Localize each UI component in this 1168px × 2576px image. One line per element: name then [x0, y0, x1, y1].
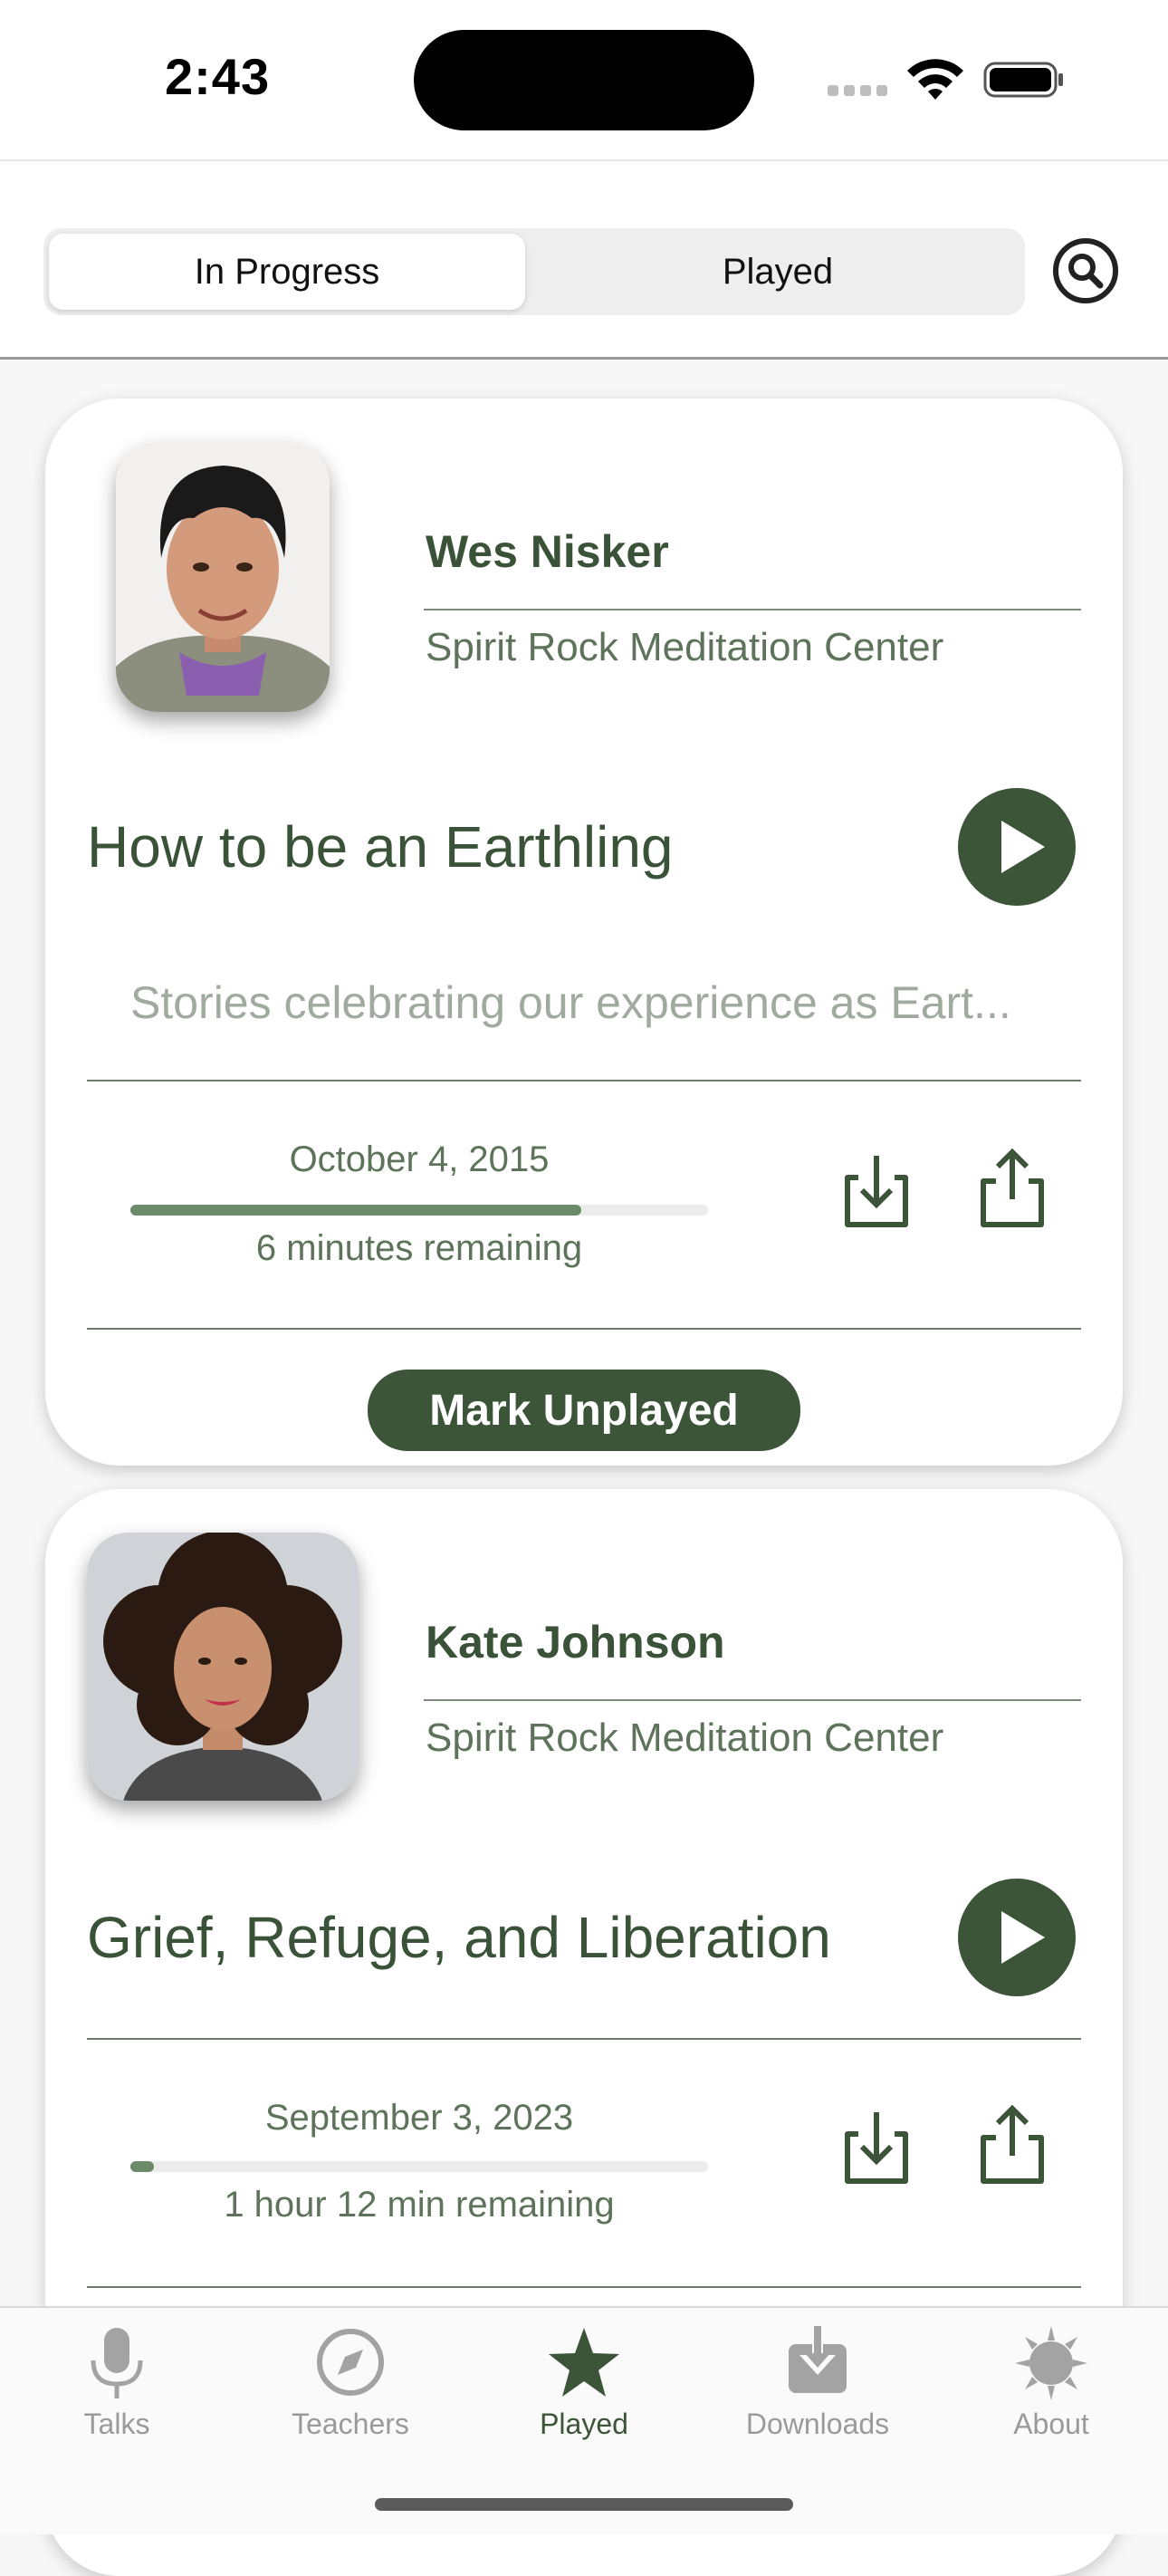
teacher-photo[interactable] [87, 1533, 359, 1801]
divider [87, 2286, 1081, 2288]
tab-label: Downloads [745, 2408, 890, 2440]
progress-fill [130, 1205, 581, 1216]
mark-unplayed-button[interactable]: Mark Unplayed [368, 1370, 800, 1451]
filter-header: In Progress Played [0, 159, 1168, 360]
teacher-divider [424, 1699, 1081, 1701]
progress-bar [130, 1205, 708, 1216]
divider [87, 1328, 1081, 1330]
time-remaining: 1 hour 12 min remaining [224, 2185, 615, 2225]
progress-fill [130, 2161, 154, 2172]
talk-title[interactable]: How to be an Earthling [87, 813, 674, 880]
wifi-icon [907, 59, 963, 100]
battery-icon [983, 62, 1063, 98]
compass-icon [317, 2329, 384, 2396]
download-icon[interactable] [840, 1150, 913, 1232]
tab-talks[interactable]: Talks [0, 2308, 234, 2453]
divider [87, 2038, 1081, 2040]
talk-date: October 4, 2015 [289, 1139, 550, 1179]
tab-played[interactable]: Played [467, 2308, 701, 2453]
download-icon[interactable] [840, 2107, 913, 2188]
talk-card[interactable]: Wes Nisker Spirit Rock Meditation Center… [45, 399, 1123, 1466]
share-icon[interactable] [976, 2103, 1048, 2185]
star-icon [549, 2328, 619, 2397]
time-remaining: 6 minutes remaining [255, 1228, 583, 1268]
tab-label: Played [540, 2408, 628, 2440]
status-time: 2:43 [165, 48, 271, 105]
teacher-name[interactable]: Kate Johnson [426, 1616, 725, 1668]
talk-description: Stories celebrating our experience as Ea… [130, 977, 1011, 1028]
tab-about[interactable]: About [934, 2308, 1168, 2453]
teacher-divider [424, 609, 1081, 610]
play-button[interactable] [958, 1879, 1076, 1996]
center-name: Spirit Rock Meditation Center [426, 1716, 944, 1760]
tab-label: About [1013, 2408, 1089, 2440]
teacher-photo[interactable] [116, 442, 330, 712]
center-name: Spirit Rock Meditation Center [426, 625, 944, 669]
divider [87, 1080, 1081, 1081]
tab-teachers[interactable]: Teachers [234, 2308, 467, 2453]
tab-downloads[interactable]: Downloads [701, 2308, 934, 2453]
progress-bar [130, 2161, 708, 2172]
segmented-control: In Progress Played [43, 228, 1025, 315]
search-icon[interactable] [1052, 237, 1119, 304]
dynamic-island [414, 30, 754, 130]
segment-in-progress[interactable]: In Progress [49, 234, 525, 310]
share-icon[interactable] [976, 1147, 1048, 1228]
microphone-icon [91, 2328, 143, 2398]
status-bar: 2:43 [0, 0, 1168, 159]
talk-date: September 3, 2023 [264, 2098, 574, 2138]
cellular-signal-icon [828, 82, 891, 96]
download-tray-icon [789, 2326, 847, 2393]
tab-label: Teachers [292, 2408, 409, 2440]
sun-icon [1015, 2326, 1087, 2400]
tab-label: Talks [83, 2408, 150, 2440]
play-button[interactable] [958, 788, 1076, 906]
talk-title[interactable]: Grief, Refuge, and Liberation [87, 1904, 831, 1971]
home-indicator [375, 2498, 793, 2511]
segment-played[interactable]: Played [540, 234, 1016, 310]
teacher-name[interactable]: Wes Nisker [426, 525, 669, 578]
